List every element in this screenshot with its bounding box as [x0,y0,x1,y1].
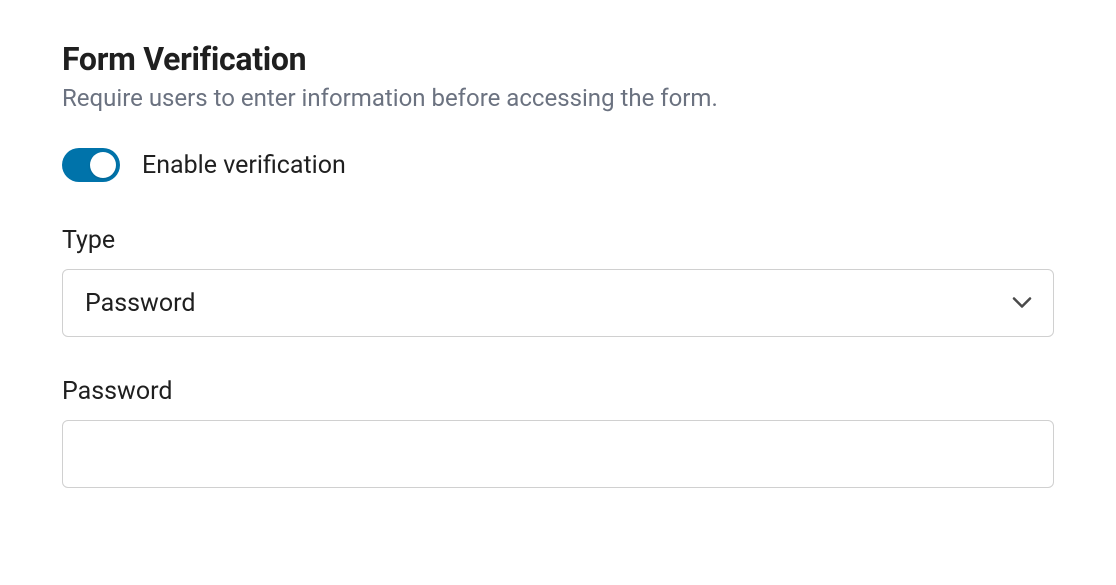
type-select[interactable]: Password [62,269,1054,337]
password-field-group: Password [62,377,1054,488]
section-title: Form Verification [62,40,1054,78]
enable-verification-label: Enable verification [142,151,346,180]
type-select-wrapper: Password [62,269,1054,337]
password-label: Password [62,377,1054,406]
section-description: Require users to enter information befor… [62,84,1054,112]
type-label: Type [62,226,1054,255]
password-input[interactable] [62,420,1054,488]
enable-verification-toggle[interactable] [62,148,120,182]
type-field-group: Type Password [62,226,1054,337]
toggle-knob [90,152,116,178]
type-selected-value: Password [85,289,195,318]
enable-verification-row: Enable verification [62,148,1054,182]
